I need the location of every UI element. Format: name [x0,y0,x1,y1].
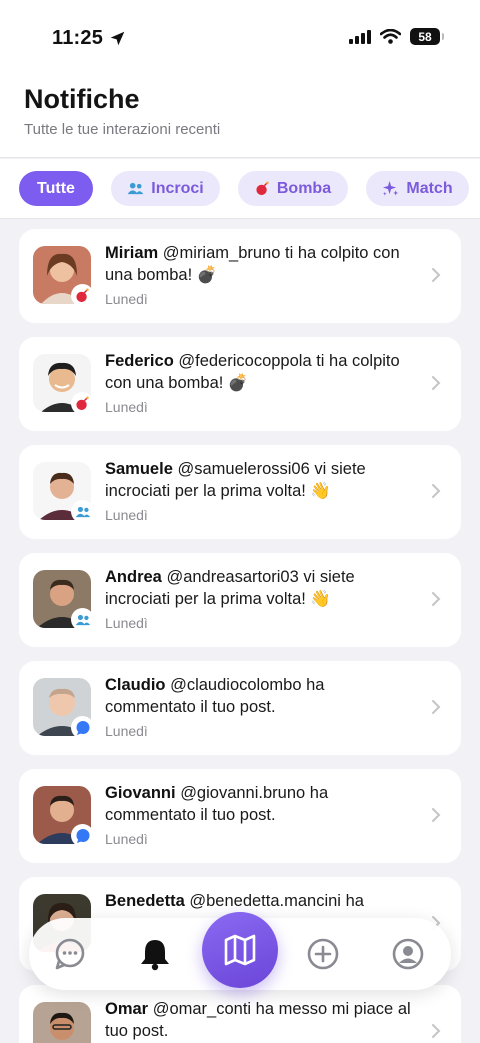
chevron-right-icon [432,376,441,390]
status-time: 11:25 [52,27,126,50]
map-button[interactable] [202,912,278,988]
notification-card[interactable]: Miriam @miriam_bruno ti ha colpito con u… [19,229,461,323]
notification-handle: @federicocoppola [178,352,312,370]
battery-level: 58 [418,29,432,44]
notification-text: Andrea @andreasartori03 vi siete incroci… [105,566,415,610]
top-header: 11:25 58 Notifiche Tutte le tue interazi… [0,0,480,158]
notification-time: Lunedì [105,615,148,631]
notification-handle: @andreasartori03 [166,568,299,586]
status-bar: 11:25 58 [0,0,480,78]
sparkles-icon [383,180,399,196]
notification-handle: @benedetta.mancini [189,892,341,910]
map-icon [224,934,256,966]
tab-profile[interactable] [390,936,426,972]
chip-label: Tutte [37,179,75,197]
status-indicators: 58 [349,28,444,45]
notification-card[interactable]: Andrea @andreasartori03 vi siete incroci… [19,553,461,647]
notification-handle: @samuelerossi06 [177,460,310,478]
notification-text: Benedetta @benedetta.mancini ha [105,890,415,912]
tab-chat[interactable] [52,936,88,972]
chip-label: Bomba [276,179,332,197]
notification-card[interactable]: Claudio @claudiocolombo ha commentato il… [19,661,461,755]
notification-handle: @miriam_bruno [162,244,281,262]
notification-name: Giovanni [105,784,176,802]
notification-name: Andrea [105,568,162,586]
filter-chip-bomba[interactable]: Bomba [238,171,348,206]
comment-badge-icon [71,824,94,847]
chevron-right-icon [432,484,441,498]
notification-name: Miriam [105,244,159,262]
notification-text: Claudio @claudiocolombo ha commentato il… [105,674,415,718]
wifi-icon [380,29,401,44]
notification-card[interactable]: Samuele @samuelerossi06 vi siete incroci… [19,445,461,539]
chevron-right-icon [432,808,441,822]
battery-icon: 58 [410,28,444,45]
notification-text: Giovanni @giovanni.bruno ha commentato i… [105,782,415,826]
filter-chip-incroci[interactable]: Incroci [111,171,220,206]
notification-action: ha [345,892,364,910]
notification-handle: @omar_conti [152,1000,252,1018]
bomb-icon [256,181,269,196]
notification-name: Omar [105,1000,149,1018]
notification-card[interactable]: Giovanni @giovanni.bruno ha commentato i… [19,769,461,863]
notification-name: Benedetta [105,892,185,910]
bomb-badge-icon [71,284,94,307]
avatar [33,1002,91,1043]
plus-circle-icon [307,938,339,970]
notification-time: Lunedì [105,723,148,739]
comment-badge-icon [71,716,94,739]
notification-text: Federico @federicocoppola ti ha colpito … [105,350,415,394]
notification-name: Federico [105,352,174,370]
cellular-signal-icon [349,29,371,44]
notification-text: Omar @omar_conti ha messo mi piace al tu… [105,998,415,1042]
chip-label: Incroci [151,179,204,197]
chip-label: Match [406,179,453,197]
tab-notifications[interactable] [137,936,173,972]
profile-icon [392,938,424,970]
notification-card[interactable]: Federico @federicocoppola ti ha colpito … [19,337,461,431]
time-label: 11:25 [52,27,104,49]
notification-time: Lunedì [105,507,148,523]
notification-text: Samuele @samuelerossi06 vi siete incroci… [105,458,415,502]
filter-chip-tutte[interactable]: Tutte [19,171,93,206]
filter-chip-match[interactable]: Match [366,171,469,206]
people-icon [127,182,144,195]
filter-chips: Tutte Incroci Bomba Match [0,159,480,219]
notification-handle: @giovanni.bruno [180,784,306,802]
notification-time: Lunedì [105,831,148,847]
notification-name: Claudio [105,676,166,694]
people-badge-icon [71,500,94,523]
notification-action: ha messo mi piace al tuo post. [105,1000,411,1040]
location-arrow-icon [110,31,125,46]
chevron-right-icon [432,592,441,606]
notification-time: Lunedì [105,399,148,415]
chevron-right-icon [432,700,441,714]
tab-add[interactable] [305,936,341,972]
page-title: Notifiche [24,84,140,114]
chevron-right-icon [432,1024,441,1038]
bell-icon [141,940,169,971]
page-subtitle: Tutte le tue interazioni recenti [24,121,221,138]
notification-time: Lunedì [105,291,148,307]
chevron-right-icon [432,268,441,282]
people-badge-icon [71,608,94,631]
notification-handle: @claudiocolombo [170,676,302,694]
notification-card[interactable]: Omar @omar_conti ha messo mi piace al tu… [19,985,461,1043]
notification-text: Miriam @miriam_bruno ti ha colpito con u… [105,242,415,286]
bomb-badge-icon [71,392,94,415]
notification-name: Samuele [105,460,173,478]
chat-icon [55,938,85,970]
